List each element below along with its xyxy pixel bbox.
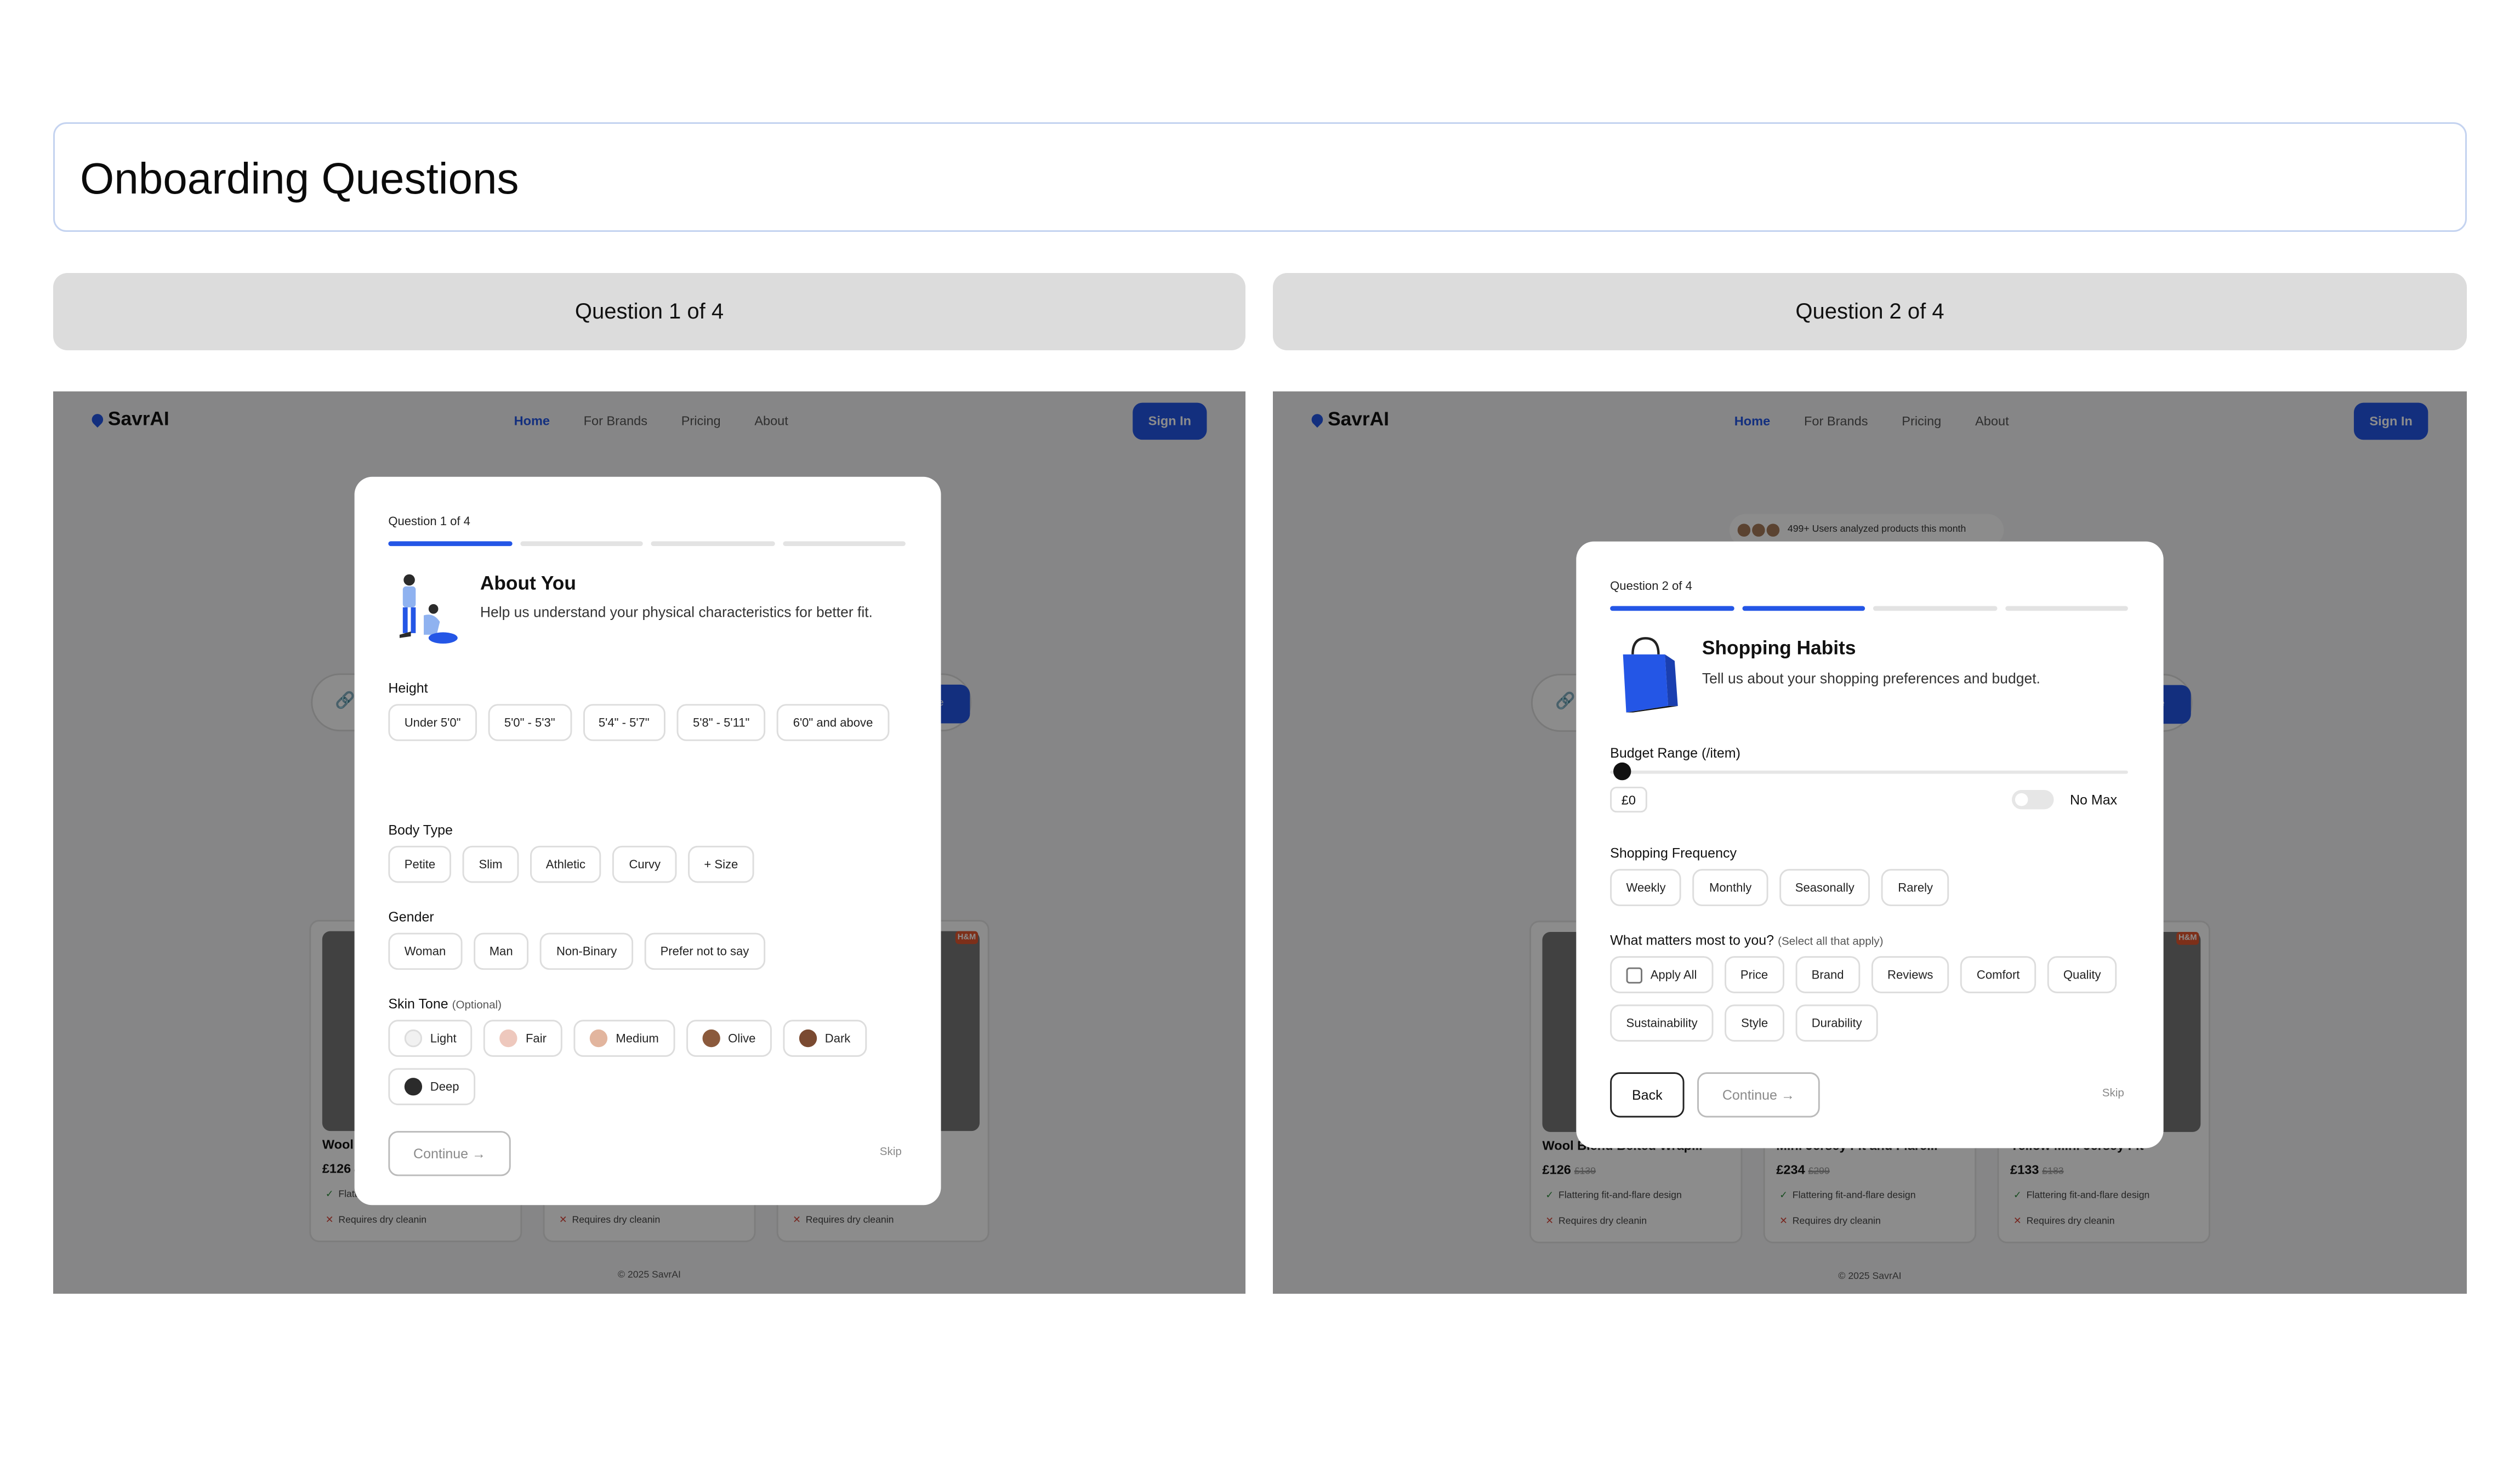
page-title: Onboarding Questions [80, 154, 519, 203]
skin-tone-option[interactable]: Olive [686, 1020, 772, 1057]
question-counter: Question 2 of 4 [1610, 578, 1692, 593]
body-type-label: Body Type [388, 821, 453, 838]
progress-step [651, 541, 775, 547]
skin-tone-option[interactable]: Deep [388, 1068, 475, 1106]
progress-step [1610, 606, 1734, 611]
frequency-option[interactable]: Monthly [1693, 869, 1768, 906]
gender-options: Woman Man Non-Binary Prefer not to say [388, 932, 920, 970]
body-type-option[interactable]: + Size [687, 845, 754, 883]
matters-option[interactable]: Style [1725, 1004, 1784, 1042]
continue-button[interactable]: Continue → [388, 1131, 511, 1176]
matters-hint: (Select all that apply) [1778, 936, 1884, 948]
skin-tone-option[interactable]: Medium [573, 1020, 675, 1057]
body-type-option[interactable]: Slim [463, 845, 519, 883]
site-frame: SavrAI Home For Brands Pricing About Sig… [53, 391, 1245, 1294]
gender-label: Gender [388, 908, 434, 925]
matters-option[interactable]: Reviews [1871, 956, 1949, 993]
optional-hint: (Optional) [452, 1000, 502, 1012]
frequency-option[interactable]: Rarely [1881, 869, 1949, 906]
question-2-screenshot: SavrAI Home For Brands Pricing About Sig… [1273, 391, 2467, 1294]
matters-label: What matters most to you? (Select all th… [1610, 931, 1884, 948]
matters-options: Apply All Price Brand Reviews Comfort Qu… [1610, 956, 2142, 1042]
height-option[interactable]: 6'0" and above [777, 704, 889, 741]
skin-tone-options: Light Fair Medium Olive Dark Deep [388, 1020, 920, 1106]
frequency-options: Weekly Monthly Seasonally Rarely [1610, 869, 2142, 906]
height-option[interactable]: 5'4" - 5'7" [582, 704, 666, 741]
back-button[interactable]: Back [1610, 1072, 1685, 1118]
progress-step [1741, 606, 1865, 611]
gender-option[interactable]: Prefer not to say [644, 932, 765, 970]
checkbox-icon [1626, 966, 1642, 983]
frequency-option[interactable]: Weekly [1610, 869, 1682, 906]
step-title: Shopping Habits [1702, 636, 1856, 659]
site-frame: SavrAI Home For Brands Pricing About Sig… [1273, 391, 2467, 1294]
budget-value: £0 [1610, 787, 1647, 813]
matters-option[interactable]: Quality [2047, 956, 2118, 993]
progress-step [1873, 606, 1997, 611]
height-option[interactable]: 5'8" - 5'11" [676, 704, 766, 741]
skin-tone-label: Skin Tone (Optional) [388, 996, 502, 1012]
frequency-label: Shopping Frequency [1610, 845, 1737, 861]
progress-bar [1610, 606, 2128, 611]
step-subtitle: Tell us about your shopping preferences … [1702, 670, 2040, 687]
step-subtitle: Help us understand your physical charact… [480, 604, 873, 621]
matters-option[interactable]: Brand [1795, 956, 1861, 993]
swatch-icon [404, 1029, 423, 1048]
question-1-header: Question 1 of 4 [53, 273, 1245, 350]
skip-link[interactable]: Skip [2102, 1088, 2124, 1100]
onboarding-modal-q1: Question 1 of 4 About You Help us unders… [354, 476, 941, 1205]
question-counter: Question 1 of 4 [388, 514, 470, 528]
question-1-screenshot: SavrAI Home For Brands Pricing About Sig… [53, 391, 1245, 1294]
budget-label: Budget Range (/item) [1610, 744, 1740, 761]
matters-option[interactable]: Comfort [1960, 956, 2036, 993]
swatch-icon [404, 1078, 423, 1096]
progress-step [519, 541, 643, 547]
skin-tone-option[interactable]: Fair [483, 1020, 563, 1057]
continue-button[interactable]: Continue → [1697, 1072, 1820, 1118]
swatch-icon [702, 1029, 720, 1048]
gender-option[interactable]: Non-Binary [540, 932, 633, 970]
gender-option[interactable]: Man [473, 932, 529, 970]
matters-option[interactable]: Sustainability [1610, 1004, 1714, 1042]
no-max-toggle[interactable] [2011, 789, 2054, 810]
question-2-header: Question 2 of 4 [1273, 273, 2467, 350]
body-type-options: Petite Slim Athletic Curvy + Size [388, 845, 920, 883]
body-type-option[interactable]: Petite [388, 845, 452, 883]
swatch-icon [799, 1029, 817, 1048]
progress-step [782, 541, 906, 547]
progress-step [2004, 606, 2128, 611]
body-type-option[interactable]: Curvy [613, 845, 677, 883]
budget-slider[interactable] [1610, 762, 2128, 781]
onboarding-modal-q2: Question 2 of 4 Shopping Habits Tell us … [1576, 541, 2164, 1148]
no-max-label: No Max [2069, 791, 2118, 808]
progress-bar [388, 541, 906, 547]
height-option[interactable]: Under 5'0" [388, 704, 477, 741]
step-title: About You [480, 572, 576, 595]
page-title-box: Onboarding Questions [53, 122, 2467, 232]
skin-tone-option[interactable]: Light [388, 1020, 473, 1057]
height-label: Height [388, 680, 428, 696]
shopping-bag-icon [1623, 637, 1678, 713]
matters-option[interactable]: Durability [1795, 1004, 1879, 1042]
gender-option[interactable]: Woman [388, 932, 462, 970]
frequency-option[interactable]: Seasonally [1779, 869, 1871, 906]
swatch-icon [499, 1029, 518, 1048]
matters-option[interactable]: Price [1724, 956, 1784, 993]
height-option[interactable]: 5'0" - 5'3" [488, 704, 571, 741]
height-options: Under 5'0" 5'0" - 5'3" 5'4" - 5'7" 5'8" … [388, 704, 920, 741]
swatch-icon [590, 1029, 608, 1048]
body-type-option[interactable]: Athletic [530, 845, 602, 883]
apply-all-checkbox[interactable]: Apply All [1610, 956, 1713, 993]
progress-step [388, 541, 512, 547]
skip-link[interactable]: Skip [880, 1147, 902, 1158]
skin-tone-option[interactable]: Dark [783, 1020, 867, 1057]
person-illustration-icon [399, 574, 458, 644]
slider-thumb[interactable] [1613, 762, 1631, 781]
